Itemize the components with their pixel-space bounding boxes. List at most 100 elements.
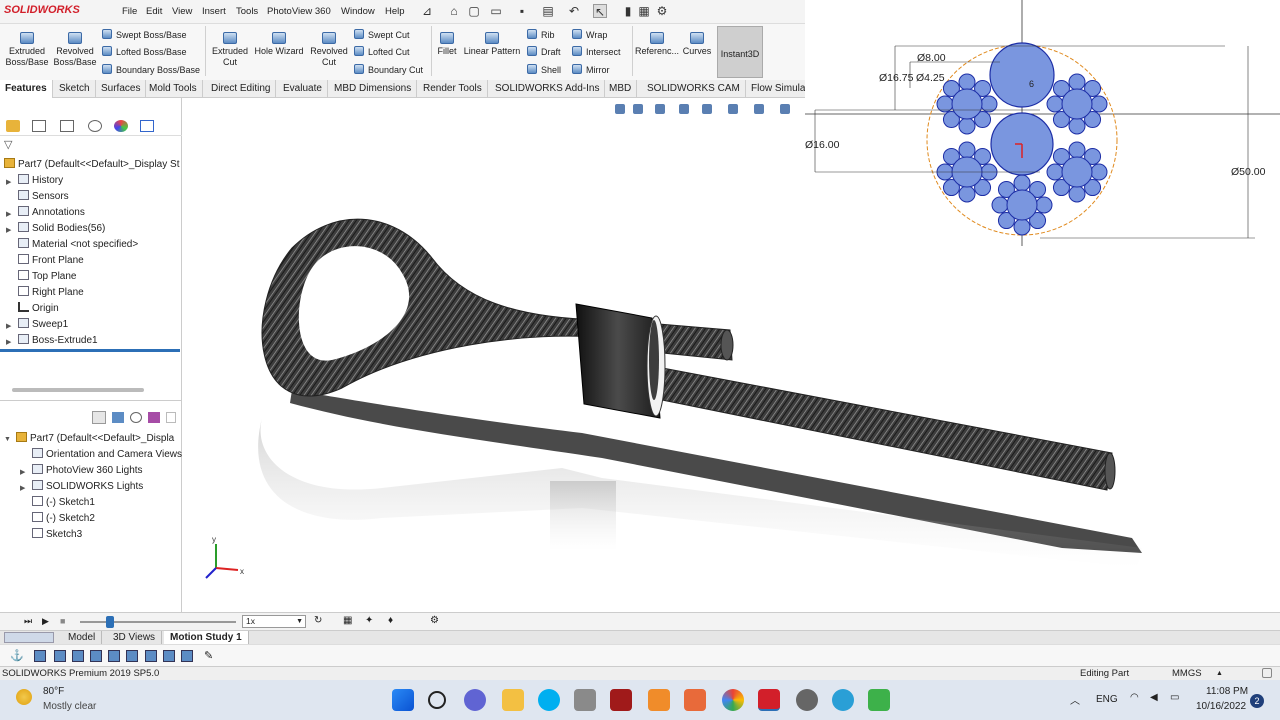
menu-file[interactable]: File bbox=[122, 6, 137, 17]
volume-icon[interactable]: ◀ bbox=[1150, 692, 1158, 703]
revolved-cut-button[interactable]: Revolved Cut bbox=[306, 32, 352, 68]
dimension-label[interactable]: Ø50.00 bbox=[1231, 166, 1265, 178]
app-icon[interactable] bbox=[648, 689, 670, 711]
draft-button[interactable]: Draft bbox=[527, 46, 561, 58]
expand-icon[interactable]: ▶ bbox=[20, 468, 25, 476]
tree-item-sweep1[interactable]: Sweep1 bbox=[18, 318, 68, 332]
pin-icon[interactable]: ⊿ bbox=[420, 4, 434, 18]
tab-motion-study-1[interactable]: Motion Study 1 bbox=[164, 631, 249, 645]
display-manager-tab-icon[interactable] bbox=[114, 120, 128, 132]
tab-scroll-arrows-icon[interactable] bbox=[4, 632, 54, 643]
new-document-icon[interactable]: ▢ bbox=[467, 4, 481, 18]
solidworks-taskbar-icon[interactable] bbox=[758, 689, 780, 711]
save-animation-icon[interactable]: ▦ bbox=[343, 615, 352, 626]
search-icon[interactable] bbox=[428, 691, 446, 709]
tree-item-boss-extrude1[interactable]: Boss-Extrude1 bbox=[18, 334, 98, 348]
tree-item-annotations[interactable]: Annotations bbox=[18, 206, 85, 220]
cube-view-icon[interactable] bbox=[72, 650, 84, 662]
rib-button[interactable]: Rib bbox=[527, 29, 555, 41]
menu-tools[interactable]: Tools bbox=[236, 6, 258, 17]
fillet-button[interactable]: Fillet bbox=[434, 32, 460, 57]
tree-item-solid-bodies[interactable]: Solid Bodies(56) bbox=[18, 222, 105, 236]
menu-view[interactable]: View bbox=[172, 6, 192, 17]
app-icon[interactable] bbox=[610, 689, 632, 711]
anchor-icon[interactable]: ⚓ bbox=[10, 649, 24, 662]
tab-render-tools[interactable]: Render Tools bbox=[418, 80, 488, 98]
clock-date[interactable]: 10/16/2022 bbox=[1196, 701, 1246, 712]
tree-root-part[interactable]: Part7 (Default<<Default>_Display St bbox=[4, 158, 179, 172]
options-gear-icon[interactable]: ⚙ bbox=[655, 4, 669, 18]
autokey-icon[interactable]: ♦ bbox=[388, 615, 393, 626]
tab-3d-views[interactable]: 3D Views bbox=[107, 631, 163, 645]
motion-settings-gear-icon[interactable]: ⚙ bbox=[430, 615, 439, 626]
menu-insert[interactable]: Insert bbox=[202, 6, 226, 17]
battery-icon[interactable]: ▭ bbox=[1170, 692, 1179, 703]
appearance-icon[interactable] bbox=[148, 412, 160, 423]
expand-icon[interactable]: ▶ bbox=[6, 210, 11, 218]
dimension-label[interactable]: 6 bbox=[1029, 79, 1034, 89]
rollback-bar[interactable] bbox=[0, 349, 180, 352]
home-app-icon[interactable] bbox=[684, 689, 706, 711]
tab-sketch[interactable]: Sketch bbox=[54, 80, 96, 98]
undo-icon[interactable]: ↶ bbox=[567, 4, 581, 18]
chat-icon[interactable] bbox=[464, 689, 486, 711]
tab-solidworks-cam[interactable]: SOLIDWORKS CAM bbox=[642, 80, 746, 98]
playback-slider-track[interactable] bbox=[80, 621, 236, 623]
tab-mbd-dimensions[interactable]: MBD Dimensions bbox=[329, 80, 418, 98]
dimension-label[interactable]: Ø16.00 bbox=[805, 139, 839, 151]
mirror-button[interactable]: Mirror bbox=[572, 64, 610, 76]
menu-help[interactable]: Help bbox=[385, 6, 405, 17]
boundary-cut-button[interactable]: Boundary Cut bbox=[354, 64, 423, 76]
tree-item-material[interactable]: Material <not specified> bbox=[18, 238, 138, 252]
tree-item-right-plane[interactable]: Right Plane bbox=[18, 286, 84, 300]
help-icon[interactable] bbox=[1262, 668, 1272, 678]
tab-evaluate[interactable]: Evaluate bbox=[278, 80, 328, 98]
tab-mold-tools[interactable]: Mold Tools bbox=[144, 80, 203, 98]
playback-speed-select[interactable]: 1x ▼ bbox=[242, 615, 306, 628]
save-icon[interactable]: ▪ bbox=[515, 4, 529, 18]
intersect-button[interactable]: Intersect bbox=[572, 46, 621, 58]
chrome-icon[interactable] bbox=[722, 689, 744, 711]
chevron-up-icon[interactable]: ▲ bbox=[1216, 667, 1223, 681]
revolved-boss-button[interactable]: Revolved Boss/Base bbox=[50, 32, 100, 68]
dimxpert-tab-icon[interactable] bbox=[88, 120, 102, 132]
property-manager-tab-icon[interactable] bbox=[32, 120, 46, 132]
cube-view-icon[interactable] bbox=[34, 650, 46, 662]
configuration-manager-tab-icon[interactable] bbox=[60, 120, 74, 132]
play-from-start-icon[interactable]: ⏭ bbox=[24, 616, 32, 627]
swept-cut-button[interactable]: Swept Cut bbox=[354, 29, 410, 41]
wifi-icon[interactable]: ◠ bbox=[1130, 692, 1139, 703]
stop-icon[interactable]: ■ bbox=[60, 616, 65, 626]
tab-model[interactable]: Model bbox=[62, 631, 103, 645]
notification-badge[interactable]: 2 bbox=[1250, 694, 1264, 708]
play-icon[interactable]: ▶ bbox=[42, 616, 49, 627]
pencil-icon[interactable]: ✎ bbox=[204, 649, 213, 662]
tab-direct-editing[interactable]: Direct Editing bbox=[206, 80, 277, 98]
tab-flow-simulation[interactable]: Flow Simula bbox=[746, 80, 812, 98]
filter-icon[interactable] bbox=[92, 411, 106, 424]
tree-item-photoview-lights[interactable]: PhotoView 360 Lights bbox=[32, 464, 143, 478]
tab-surfaces[interactable]: Surfaces bbox=[96, 80, 147, 98]
animation-wizard-icon[interactable]: ✦ bbox=[365, 615, 373, 626]
dimension-label[interactable]: Ø8.00 bbox=[917, 52, 946, 64]
weather-temp[interactable]: 80°F bbox=[43, 686, 64, 697]
swept-boss-button[interactable]: Swept Boss/Base bbox=[102, 29, 187, 41]
chevron-up-icon[interactable]: ︿ bbox=[1070, 692, 1080, 707]
lofted-cut-button[interactable]: Lofted Cut bbox=[354, 46, 410, 58]
reference-geometry-button[interactable]: Referenc... bbox=[634, 32, 680, 57]
wrap-button[interactable]: Wrap bbox=[572, 29, 607, 41]
tree-item-top-plane[interactable]: Top Plane bbox=[18, 270, 76, 284]
hole-wizard-button[interactable]: Hole Wizard bbox=[252, 32, 306, 57]
boundary-boss-button[interactable]: Boundary Boss/Base bbox=[102, 64, 200, 76]
tree-item-orientation-views[interactable]: Orientation and Camera Views bbox=[32, 448, 182, 462]
app-icon[interactable] bbox=[832, 689, 854, 711]
menu-window[interactable]: Window bbox=[341, 6, 375, 17]
weather-moon-icon[interactable] bbox=[16, 689, 32, 705]
expand-icon[interactable]: ▶ bbox=[6, 226, 11, 234]
expand-icon[interactable]: ▶ bbox=[6, 338, 11, 346]
cube-view-icon[interactable] bbox=[126, 650, 138, 662]
skype-icon[interactable] bbox=[538, 689, 560, 711]
file-properties-icon[interactable]: ▦ bbox=[637, 4, 651, 18]
file-explorer-icon[interactable] bbox=[502, 689, 524, 711]
extruded-cut-button[interactable]: Extruded Cut bbox=[208, 32, 252, 68]
